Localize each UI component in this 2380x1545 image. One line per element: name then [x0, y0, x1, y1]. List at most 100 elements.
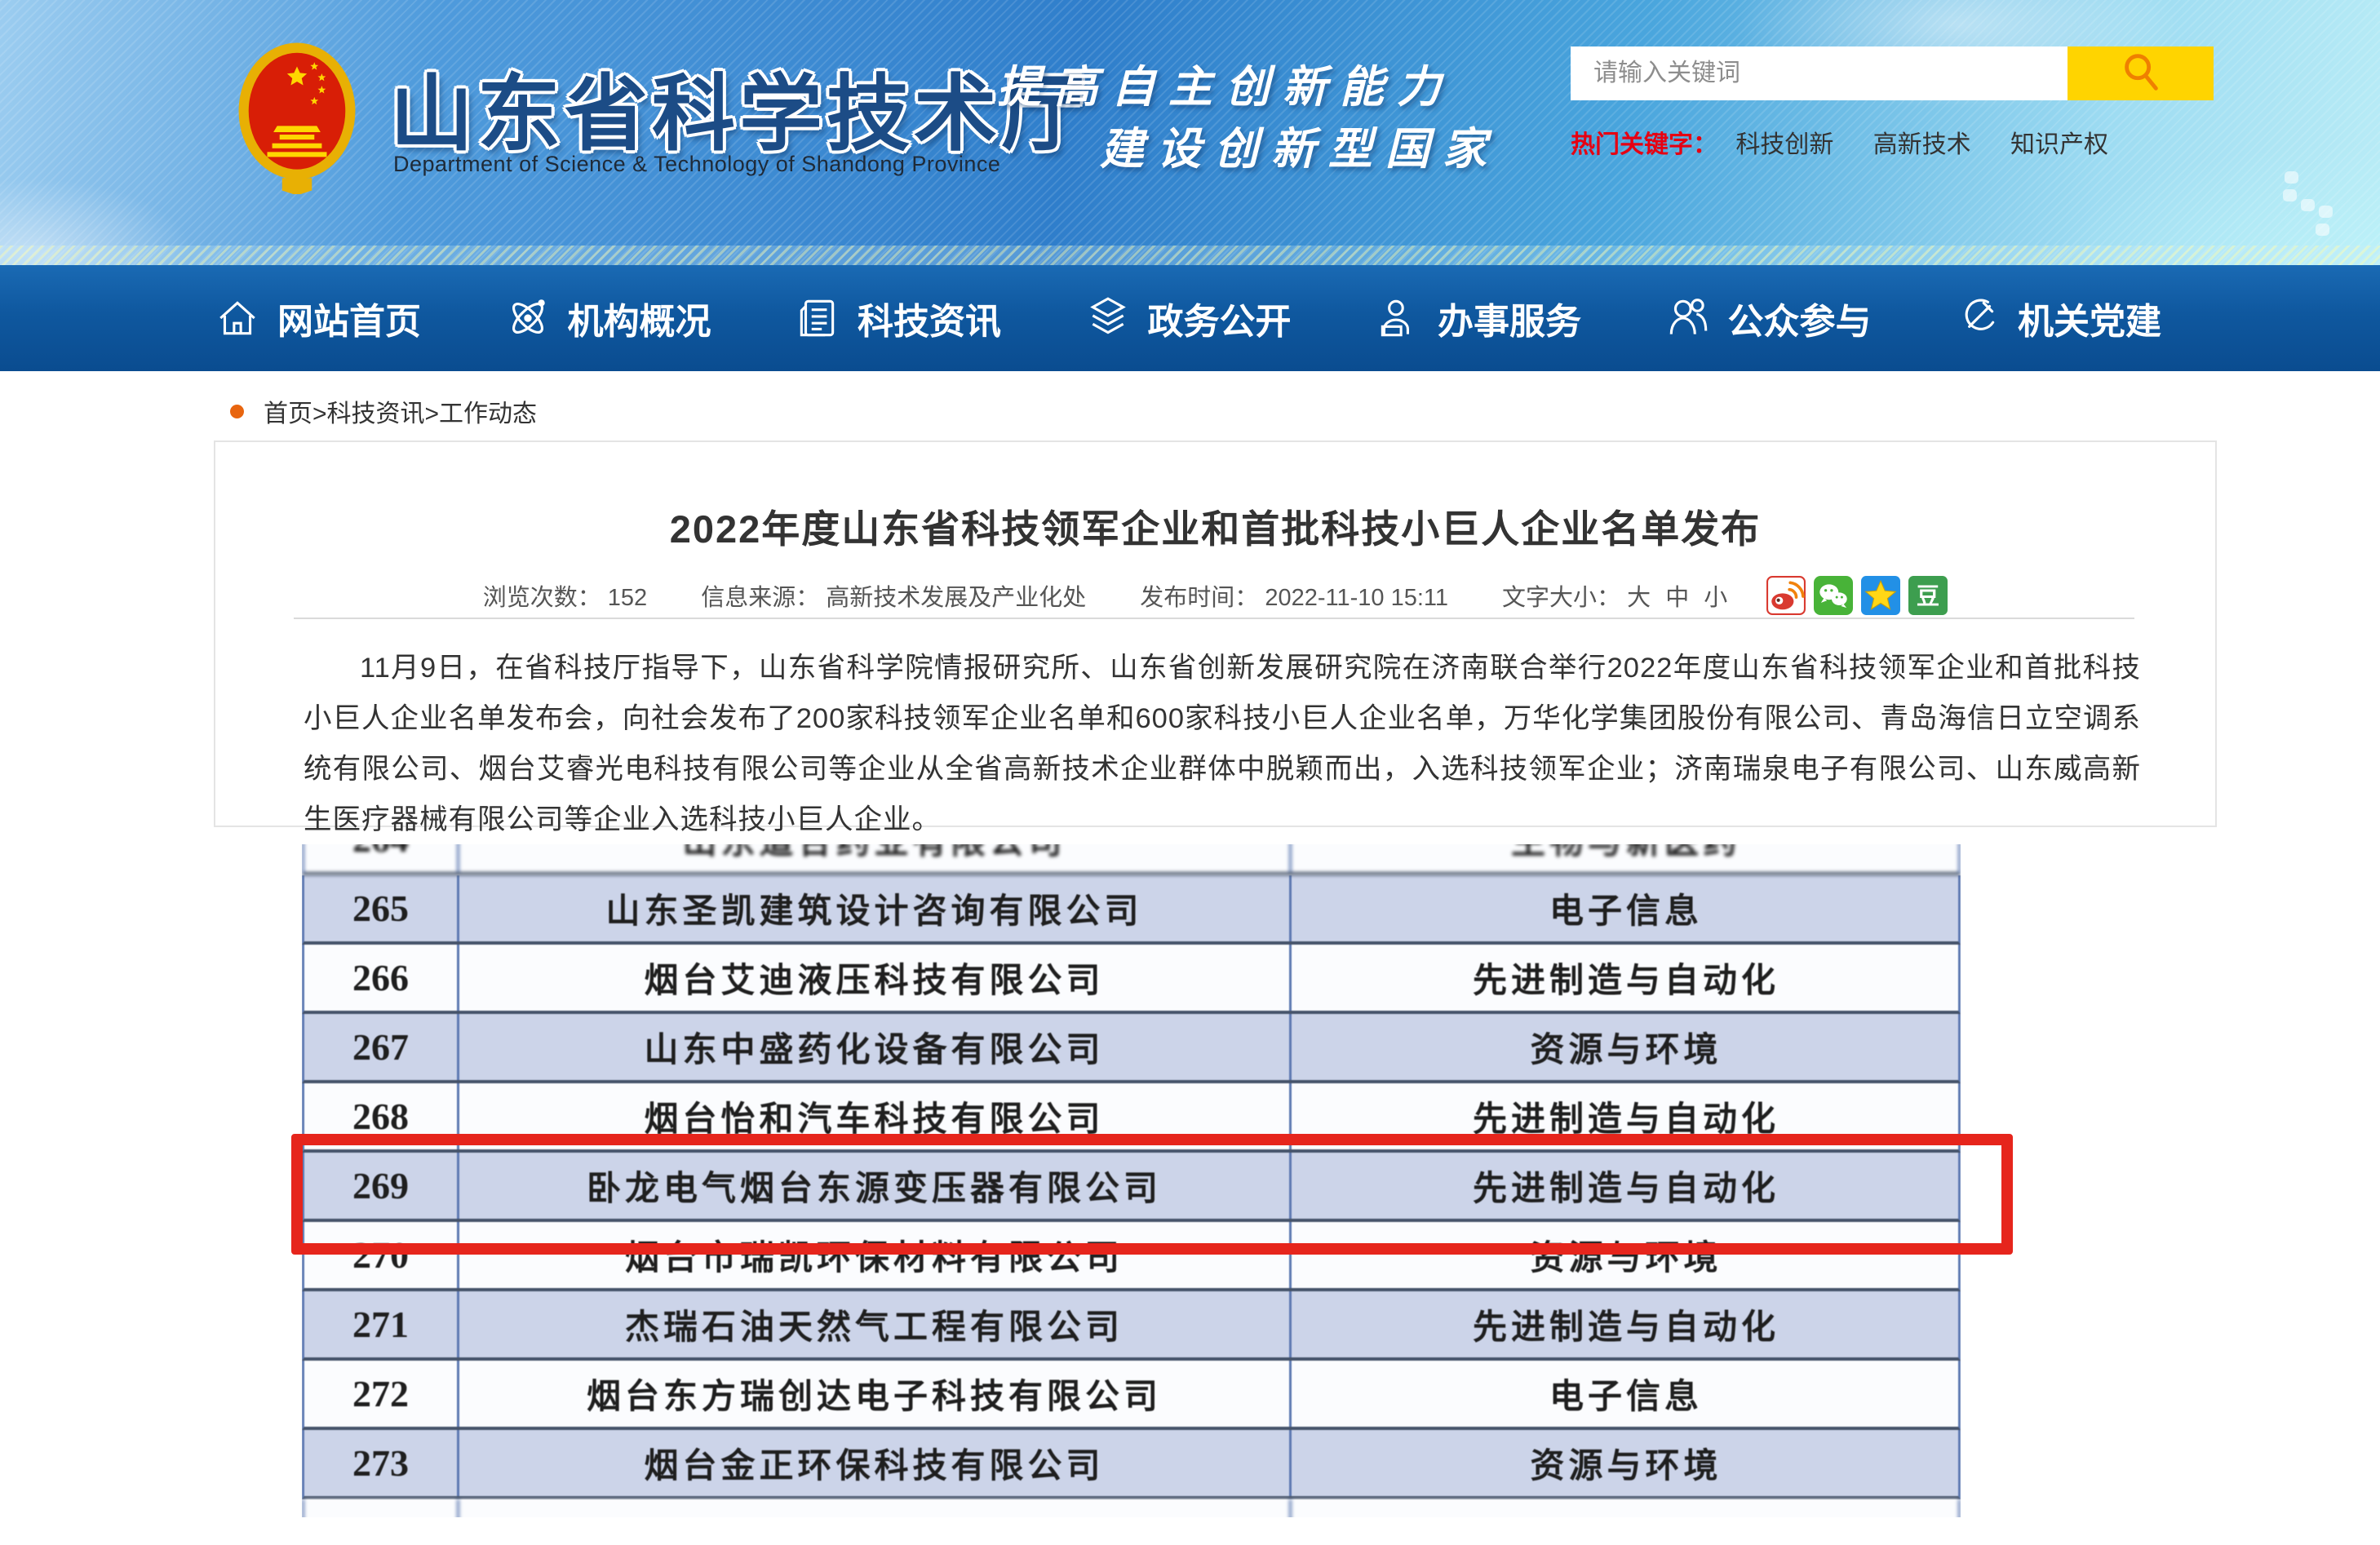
nav-item-party-building[interactable]: 机关党建: [1954, 292, 2161, 344]
row-number: 264: [304, 844, 459, 872]
table-row: [302, 1499, 1961, 1517]
row-number: 265: [304, 875, 459, 941]
source-value: 高新技术发展及产业化处: [826, 585, 1086, 611]
fontsize-label: 文字大小：: [1502, 585, 1620, 611]
search-button[interactable]: [2068, 46, 2214, 100]
share-icon-group: 豆: [1766, 576, 1948, 615]
decor-dot: [2301, 199, 2315, 211]
home-icon: [214, 294, 261, 342]
nav-item-about[interactable]: 机构概况: [504, 292, 711, 344]
nav-item-home[interactable]: 网站首页: [214, 292, 421, 344]
nav-item-services[interactable]: 办事服务: [1374, 292, 1581, 344]
nav-label: 机关党建: [2018, 292, 2161, 344]
highlight-red-box: [291, 1134, 2013, 1255]
row-number: 271: [304, 1291, 459, 1357]
company-name: 烟台金正环保科技有限公司: [459, 1430, 1292, 1496]
breadcrumb-bullet-icon: [230, 405, 244, 418]
people-icon: [1664, 294, 1712, 342]
svg-text:豆: 豆: [1917, 582, 1939, 609]
site-title-english: Department of Science & Technology of Sh…: [393, 152, 1000, 177]
meta-views: 浏览次数： 152: [483, 578, 647, 613]
site-title: 山东省科学技术厅: [390, 47, 1088, 167]
main-navbar: 网站首页 机构概况: [0, 265, 2380, 371]
company-name: 烟台艾迪液压科技有限公司: [459, 945, 1292, 1011]
hot-keywords-row: 热门关键字： 科技创新 高新技术 知识产权: [1571, 124, 2141, 160]
hot-keyword-link[interactable]: 科技创新: [1735, 131, 1833, 158]
font-size-medium[interactable]: 中: [1665, 585, 1689, 611]
decor-dot: [2319, 206, 2333, 218]
industry-category: 生物与新医药: [1292, 844, 1961, 872]
nav-label: 政务公开: [1148, 292, 1292, 344]
industry-category: 资源与环境: [1292, 1430, 1961, 1496]
industry-category: 资源与环境: [1292, 1014, 1961, 1080]
hot-keywords-label: 热门关键字：: [1571, 131, 1717, 158]
table-row: 267 山东中盛药化设备有限公司 资源与环境: [302, 1014, 1961, 1083]
company-name: 烟台东方瑞创达电子科技有限公司: [459, 1361, 1292, 1427]
layers-icon: [1084, 294, 1132, 342]
company-name: 杰瑞石油天然气工程有限公司: [459, 1291, 1292, 1357]
news-document-icon: [794, 294, 841, 342]
time-value: 2022-11-10 15:11: [1265, 585, 1448, 611]
decor-dot: [2285, 171, 2298, 184]
decor-dot: [2283, 189, 2297, 201]
industry-category: 先进制造与自动化: [1292, 1291, 1961, 1357]
company-name: 山东道合药业有限公司: [459, 844, 1292, 872]
font-size-small[interactable]: 小: [1704, 585, 1727, 611]
meta-publish-time: 发布时间： 2022-11-10 15:11: [1140, 578, 1448, 613]
row-number: 267: [304, 1014, 459, 1080]
row-number: [304, 1499, 459, 1517]
table-row: 273 烟台金正环保科技有限公司 资源与环境: [302, 1430, 1961, 1499]
slogan-line-1: 提高自主创新能力: [997, 51, 1454, 115]
article-title: 2022年度山东省科技领军企业和首批科技小巨人企业名单发布: [214, 498, 2217, 554]
search-icon: [2117, 49, 2165, 99]
search-box: [1571, 46, 2214, 100]
industry-category: 先进制造与自动化: [1292, 945, 1961, 1011]
breadcrumb-path[interactable]: 首页>科技资讯>工作动态: [264, 393, 537, 429]
search-input[interactable]: [1571, 46, 2068, 100]
decor-dot: [2316, 224, 2329, 236]
article-meta-row: 浏览次数： 152 信息来源： 高新技术发展及产业化处 发布时间： 2022-1…: [214, 571, 2217, 620]
nav-item-gov-disclosure[interactable]: 政务公开: [1084, 292, 1292, 344]
table-row: 264 山东道合药业有限公司 生物与新医药: [302, 844, 1961, 875]
meta-source: 信息来源： 高新技术发展及产业化处: [701, 578, 1086, 613]
site-header: 山东省科学技术厅 Department of Science & Technol…: [0, 0, 2380, 265]
nav-item-news[interactable]: 科技资讯: [794, 292, 1001, 344]
atom-icon: [504, 294, 552, 342]
industry-category: 电子信息: [1292, 875, 1961, 941]
row-number: 273: [304, 1430, 459, 1496]
breadcrumb: 首页>科技资讯>工作动态: [230, 393, 537, 429]
industry-category: [1292, 1499, 1961, 1517]
qzone-share-icon[interactable]: [1861, 576, 1900, 615]
national-emblem-logo[interactable]: [235, 39, 359, 194]
source-label: 信息来源：: [701, 585, 819, 611]
nav-item-public-participation[interactable]: 公众参与: [1664, 292, 1872, 344]
company-name: 山东中盛药化设备有限公司: [459, 1014, 1292, 1080]
row-number: 266: [304, 945, 459, 1011]
nav-label: 公众参与: [1728, 292, 1872, 344]
wechat-share-icon[interactable]: [1814, 576, 1853, 615]
meta-divider: [294, 618, 2134, 619]
hot-keyword-link[interactable]: 高新技术: [1873, 131, 1971, 158]
table-row: 265 山东圣凯建筑设计咨询有限公司 电子信息: [302, 875, 1961, 945]
nav-label: 机构概况: [568, 292, 711, 344]
row-number: 272: [304, 1361, 459, 1427]
font-size-large[interactable]: 大: [1627, 585, 1651, 611]
page: 山东省科学技术厅 Department of Science & Technol…: [0, 0, 2380, 1545]
nav-label: 办事服务: [1438, 292, 1581, 344]
table-row: 272 烟台东方瑞创达电子科技有限公司 电子信息: [302, 1361, 1961, 1430]
meta-font-size: 文字大小： 大 中 小: [1502, 578, 1735, 613]
douban-share-icon[interactable]: 豆: [1908, 576, 1948, 615]
hot-keyword-link[interactable]: 知识产权: [2010, 131, 2108, 158]
company-name: 山东圣凯建筑设计咨询有限公司: [459, 875, 1292, 941]
table-row: 271 杰瑞石油天然气工程有限公司 先进制造与自动化: [302, 1291, 1961, 1361]
party-emblem-icon: [1954, 294, 2001, 342]
person-badge-icon: [1374, 294, 1421, 342]
nav-label: 网站首页: [277, 292, 421, 344]
weibo-share-icon[interactable]: [1766, 576, 1806, 615]
header-stripe-band: [0, 246, 2380, 265]
time-label: 发布时间：: [1140, 585, 1258, 611]
views-label: 浏览次数：: [483, 585, 601, 611]
table-row: 266 烟台艾迪液压科技有限公司 先进制造与自动化: [302, 945, 1961, 1014]
nav-label: 科技资讯: [858, 292, 1001, 344]
slogan-line-2: 建设创新型国家: [1100, 113, 1500, 177]
